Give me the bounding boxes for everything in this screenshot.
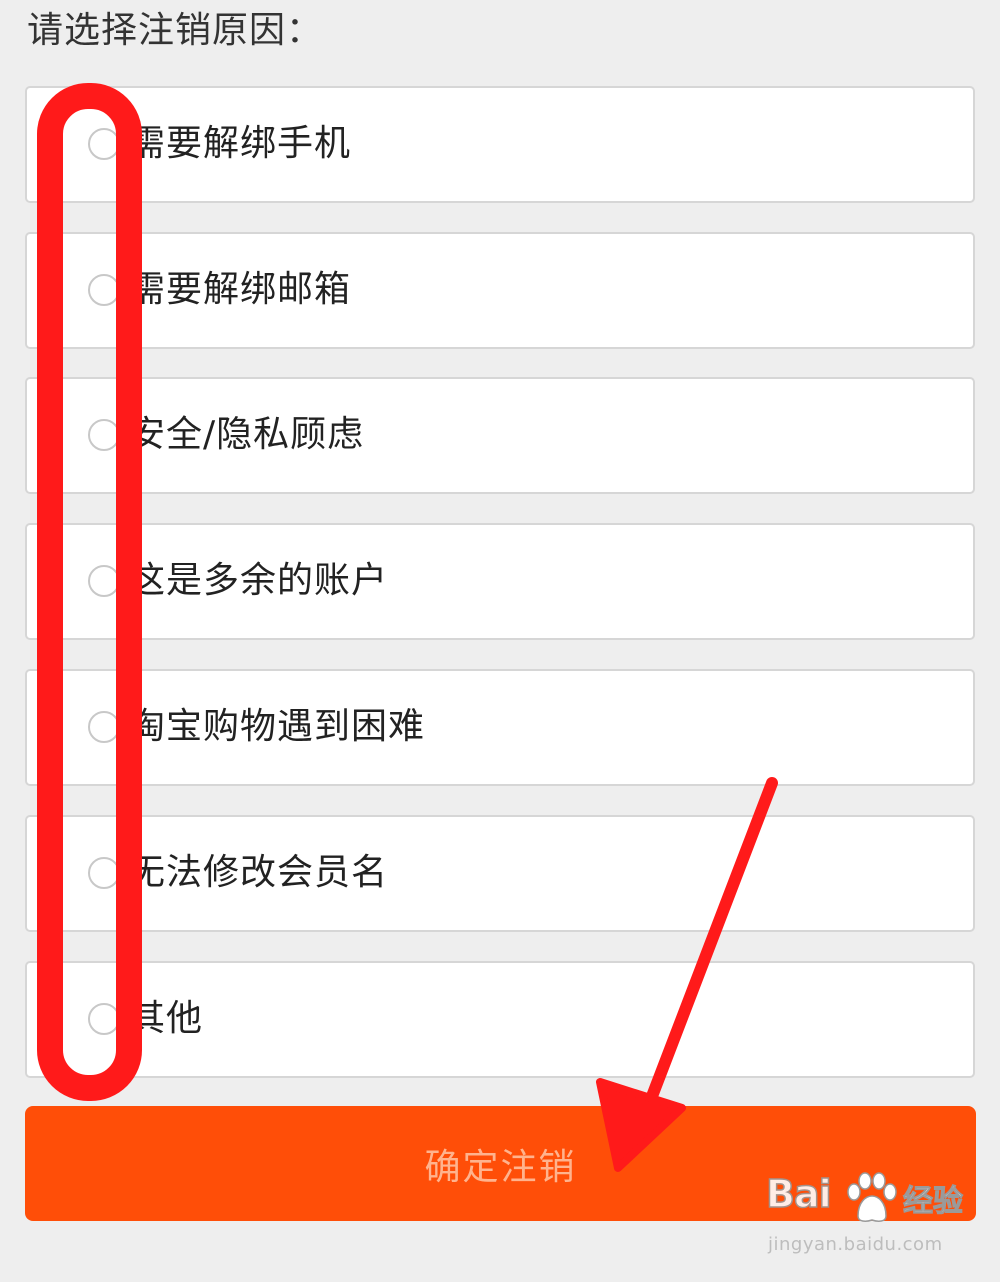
reason-option-rename-member[interactable]: 无法修改会员名 (25, 815, 975, 932)
radio-button[interactable] (88, 274, 120, 306)
reason-label: 安全/隐私顾虑 (129, 414, 365, 455)
reason-option-other[interactable]: 其他 (25, 961, 975, 1078)
watermark-logo-text: Bai (765, 1171, 832, 1217)
reason-label: 淘宝购物遇到困难 (129, 706, 426, 747)
radio-button[interactable] (88, 857, 120, 889)
baidu-jingyan-watermark: Bai 经验 jingyan.baidu.com (765, 1170, 986, 1270)
radio-button[interactable] (88, 565, 120, 597)
reason-label: 需要解绑手机 (129, 123, 352, 164)
reason-option-redundant-account[interactable]: 这是多余的账户 (25, 523, 975, 640)
radio-button[interactable] (88, 711, 120, 743)
radio-button[interactable] (88, 128, 120, 160)
paw-icon (847, 1172, 897, 1222)
watermark-brand-text: 经验 (903, 1184, 964, 1220)
radio-button[interactable] (88, 419, 120, 451)
reason-label: 这是多余的账户 (129, 560, 389, 601)
reason-label: 其他 (129, 998, 204, 1039)
reason-option-unbind-email[interactable]: 需要解绑邮箱 (25, 232, 975, 349)
radio-button[interactable] (88, 1003, 120, 1035)
reason-option-unbind-phone[interactable]: 需要解绑手机 (25, 86, 975, 203)
reason-label: 需要解绑邮箱 (129, 269, 352, 310)
reason-option-privacy[interactable]: 安全/隐私顾虑 (25, 377, 975, 494)
reason-label: 无法修改会员名 (129, 852, 389, 893)
page-title: 请选择注销原因： (27, 10, 324, 51)
reason-option-shopping-difficulty[interactable]: 淘宝购物遇到困难 (25, 669, 975, 786)
watermark-url: jingyan.baidu.com (768, 1234, 943, 1255)
